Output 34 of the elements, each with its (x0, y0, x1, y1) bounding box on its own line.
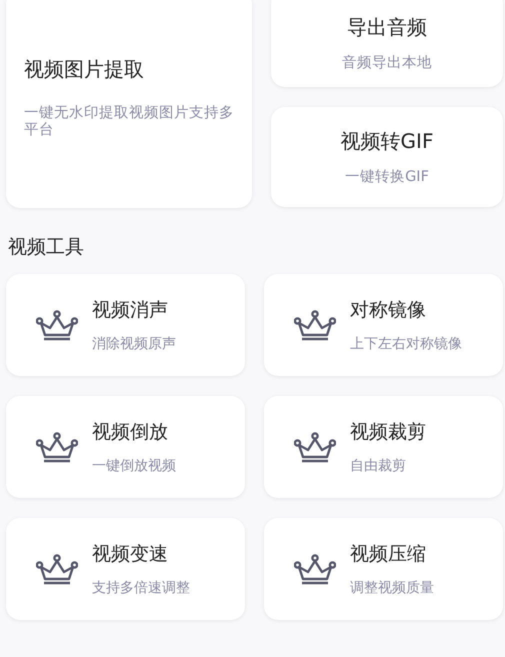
crown-icon (294, 431, 336, 463)
card-title: 导出音频 (347, 14, 427, 40)
card-title: 视频图片提取 (24, 56, 145, 83)
tool-card[interactable]: 视频压缩 调整视频质量 (264, 518, 503, 620)
tool-card[interactable]: 对称镜像 上下左右对称镜像 (264, 274, 503, 376)
crown-icon (36, 431, 78, 463)
tool-card[interactable]: 视频消声 消除视频原声 (6, 274, 245, 376)
tool-subtitle: 调整视频质量 (350, 579, 434, 597)
crown-icon (294, 309, 336, 341)
card-subtitle: 音频导出本地 (342, 54, 432, 72)
tool-subtitle: 自由裁剪 (350, 457, 407, 475)
card-subtitle: 一键转换GIF (345, 168, 429, 186)
tool-title: 视频压缩 (350, 542, 427, 567)
tool-title: 视频变速 (92, 542, 169, 567)
tool-subtitle: 一键倒放视频 (92, 457, 176, 475)
feature-card[interactable]: 导出音频 音频导出本地 (271, 0, 503, 87)
tool-title: 视频倒放 (92, 420, 169, 445)
tool-card[interactable]: 视频倒放 一键倒放视频 (6, 396, 245, 498)
feature-card[interactable]: 视频转GIF 一键转换GIF (271, 106, 503, 206)
feature-card[interactable]: 视频图片提取 一键无水印提取视频图片支持多平台 (6, 0, 252, 208)
tool-subtitle: 支持多倍速调整 (92, 579, 190, 597)
tool-subtitle: 消除视频原声 (92, 335, 176, 353)
card-subtitle: 一键无水印提取视频图片支持多平台 (24, 105, 235, 139)
card-title: 视频转GIF (340, 128, 434, 154)
tool-title: 视频消声 (92, 298, 169, 323)
tool-card[interactable]: 视频裁剪 自由裁剪 (264, 396, 503, 498)
crown-icon (36, 553, 78, 585)
crown-icon (294, 553, 336, 585)
tool-title: 视频裁剪 (350, 420, 426, 445)
tool-card[interactable]: 视频变速 支持多倍速调整 (6, 518, 245, 620)
crown-icon (36, 309, 78, 341)
tool-title: 对称镜像 (350, 298, 427, 323)
tool-subtitle: 上下左右对称镜像 (350, 335, 462, 353)
section-title: 视频工具 (7, 235, 85, 258)
